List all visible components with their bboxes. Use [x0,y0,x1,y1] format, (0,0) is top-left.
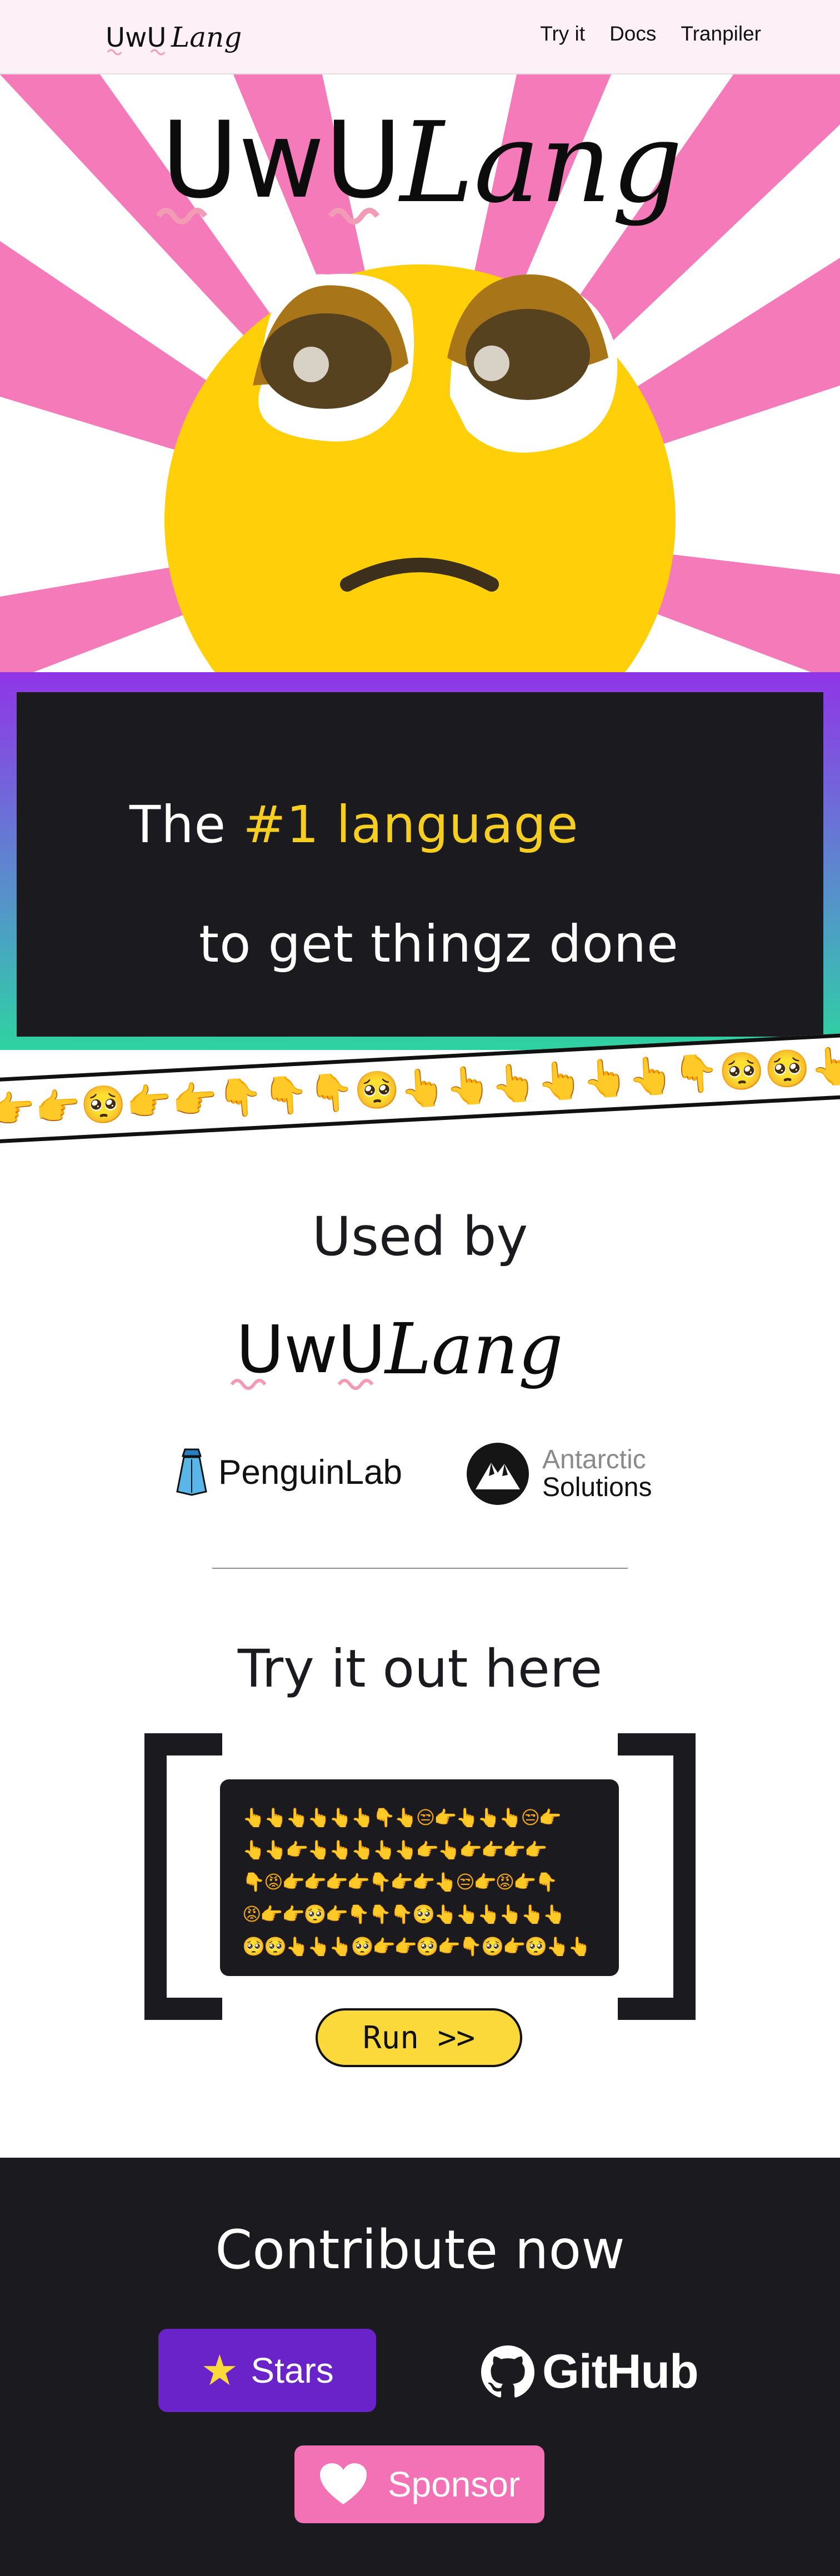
contribute-section: Contribute now ★ Stars GitHub Sponsor [0,2158,840,2576]
partner-antarctic-line-1: Antarctic [542,1444,646,1474]
tie-icon [176,1448,207,1496]
nav-links: Try it Docs Tranpiler [540,22,761,46]
github-label: GitHub [542,2345,699,2398]
partner-antarctic-solutions[interactable]: Antarctic Solutions [466,1442,652,1506]
partner-penguinlab[interactable]: PenguinLab [175,1447,402,1497]
used-by-logo-uwu: UwU [236,1311,386,1388]
nav-logo[interactable]: UwU Lang [106,18,256,59]
section-divider [212,1568,628,1569]
tagline-line-1: The #1 language [129,795,579,854]
hero: UwU Lang [0,74,840,672]
tagline-line-2: to get thingz done [199,914,679,974]
heart-icon [319,2463,367,2504]
used-by-logo: UwU Lang [230,1308,563,1390]
top-nav: UwU Lang Try it Docs Tranpiler [0,0,840,74]
hero-illustration: UwU Lang [0,74,840,672]
contribute-title: Contribute now [215,2219,625,2281]
tagline-panel: The #1 language to get thingz done [17,692,823,1037]
code-editor[interactable]: 👆👆👆👆👆👆👇👆😒👉👆👆👆😒👉 👆👆👉👆👆👆👆👆👉👆👉👉👉👉 👇😡👉👉👉👉👇👉👉… [220,1779,619,1976]
sponsor-button[interactable]: Sponsor [294,2445,544,2523]
run-button[interactable]: Run >> [316,2008,522,2067]
hero-logo-uwu: UwU [161,99,402,222]
partner-antarctic-line-2: Solutions [542,1473,652,1502]
used-by-logo-lang: Lang [384,1308,563,1390]
partner-penguinlab-name: PenguinLab [218,1453,402,1492]
hero-logo: UwU Lang [156,98,683,228]
try-it-title: Try it out here [237,1639,603,1699]
stars-label: Stars [251,2350,334,2390]
used-by-title: Used by [312,1206,528,1268]
mountain-icon [467,1443,529,1505]
github-link[interactable]: GitHub [481,2344,699,2399]
right-bracket [618,1733,696,2020]
github-icon [481,2345,534,2398]
hero-logo-lang: Lang [398,98,683,228]
tagline-highlight: #1 language [243,795,579,854]
stars-button[interactable]: ★ Stars [158,2329,376,2412]
partner-antarctic-text: Antarctic Solutions [542,1444,652,1502]
logo-lang-text: Lang [171,21,242,53]
tagline-prefix: The [129,795,243,854]
logo-uwu-text: UwU [106,22,167,53]
star-icon: ★ [201,2345,239,2395]
nav-link-try-it[interactable]: Try it [540,22,585,46]
tagline-banner: The #1 language to get thingz done [0,672,840,1050]
nav-link-docs[interactable]: Docs [609,22,656,46]
nav-link-tranpiler[interactable]: Tranpiler [681,22,761,46]
sponsor-label: Sponsor [387,2464,521,2504]
left-bracket [144,1733,222,2020]
